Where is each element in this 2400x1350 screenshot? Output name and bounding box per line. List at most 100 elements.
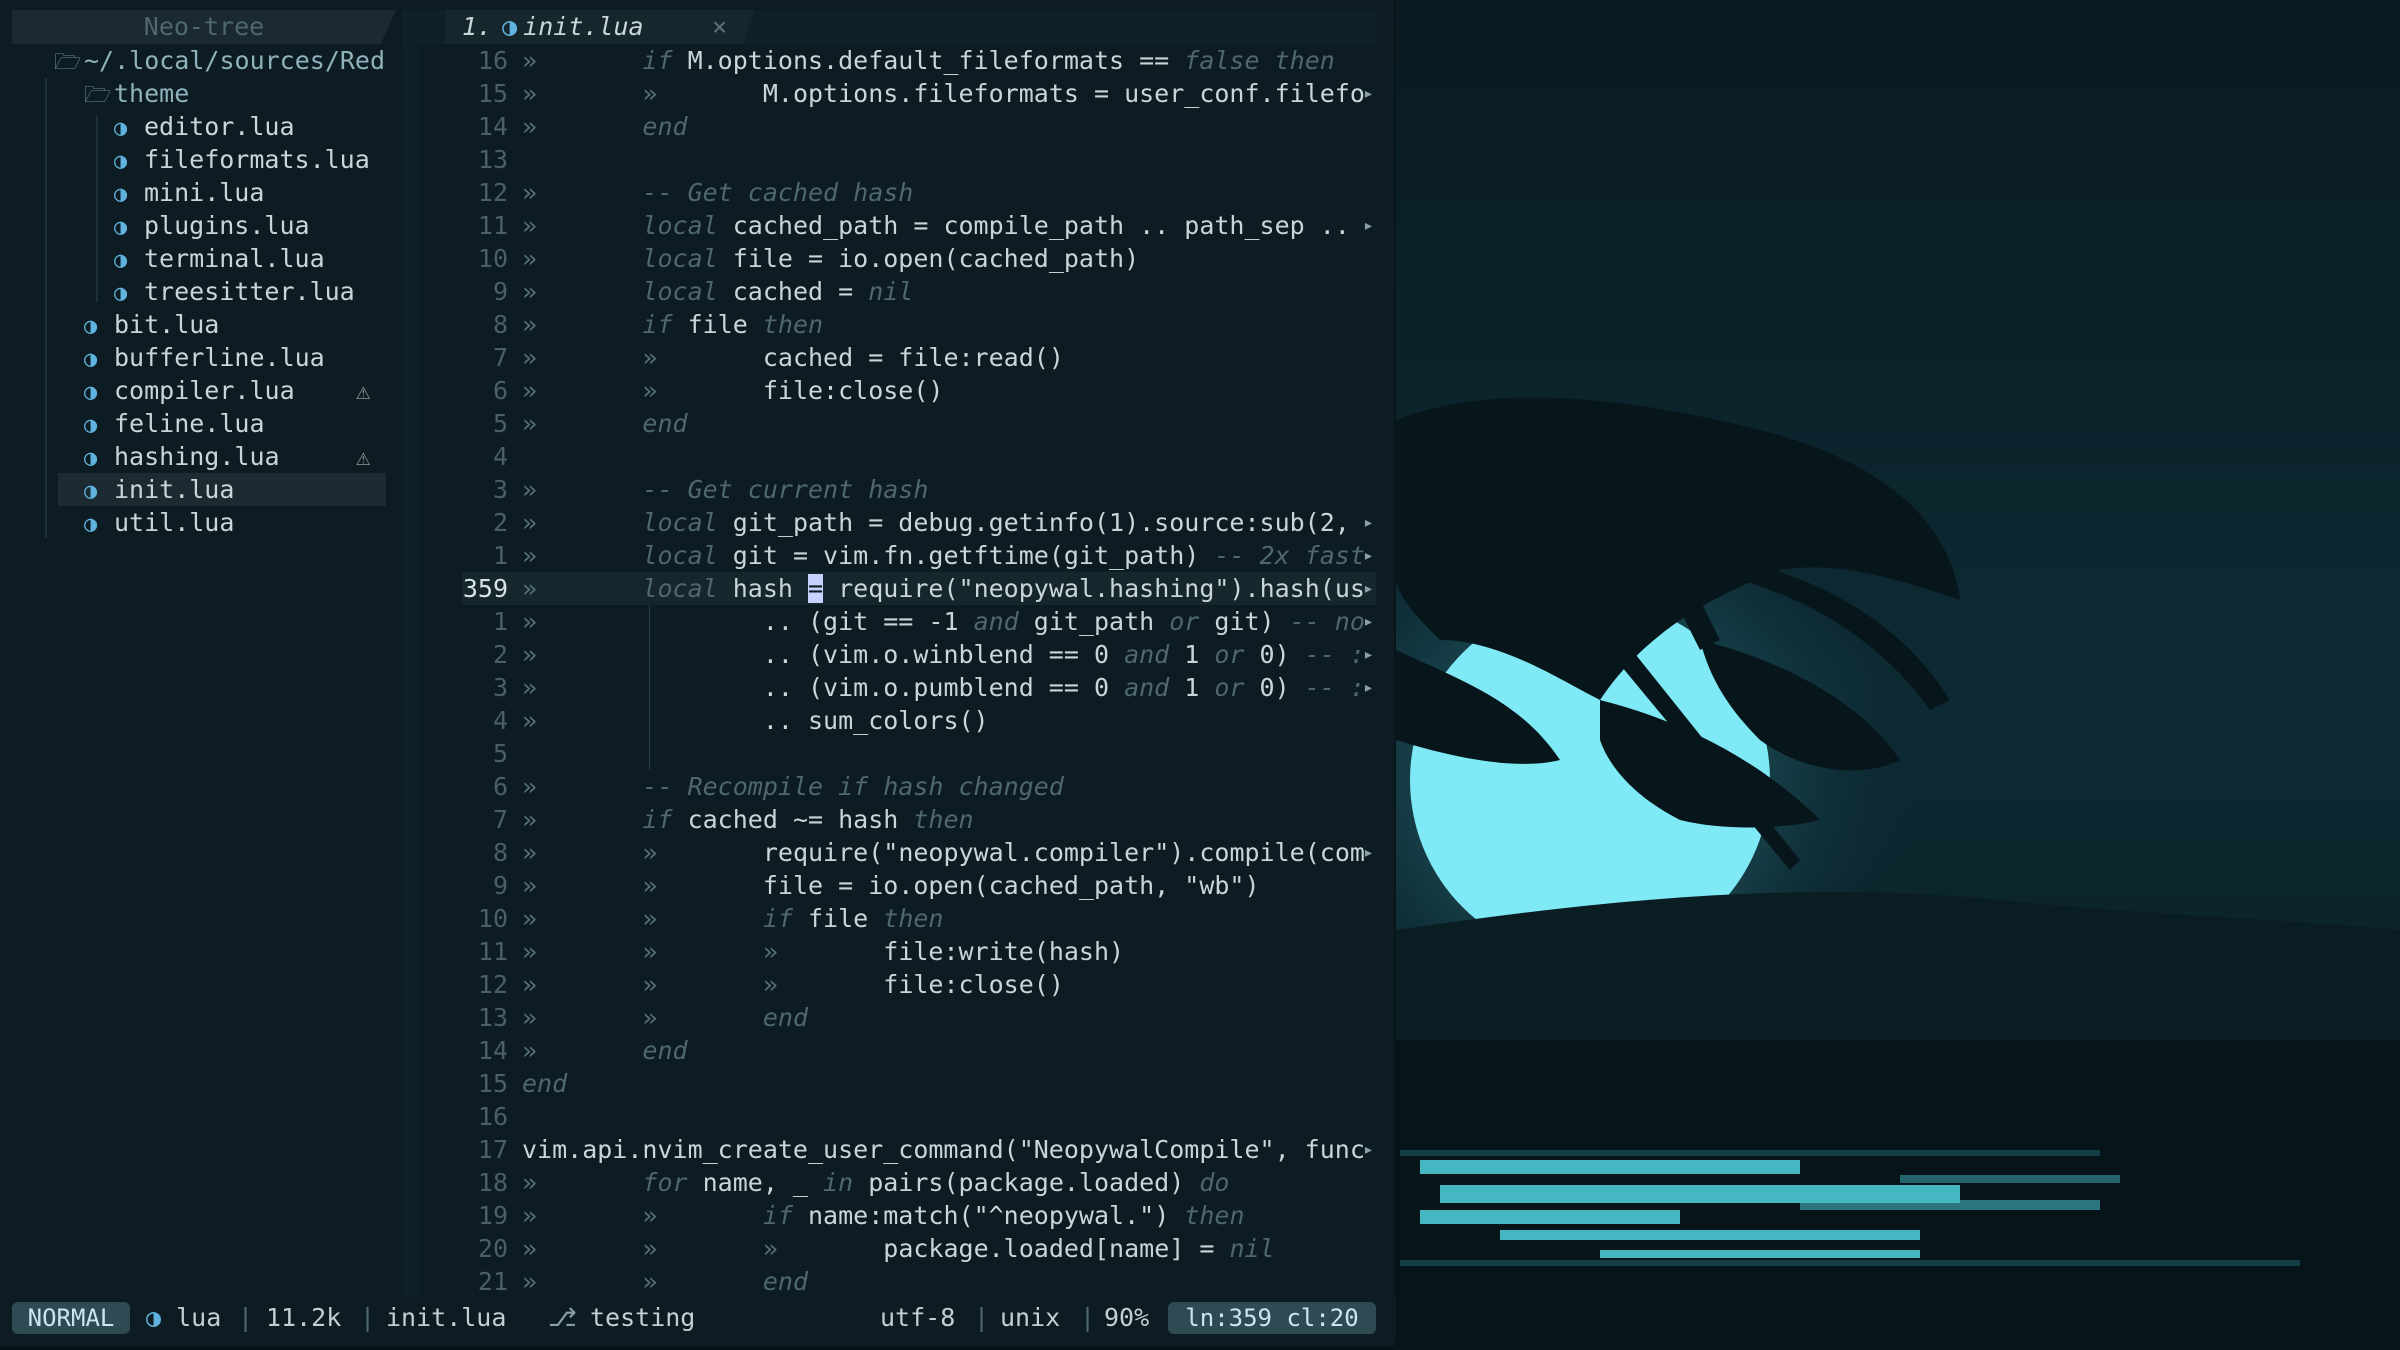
- tree-item-label: util.lua: [114, 508, 235, 537]
- tab-label[interactable]: 1. ◑ init.lua: [462, 10, 644, 44]
- tree-file[interactable]: ◑ util.lua: [84, 506, 234, 539]
- tree-root-label: ~/.local/sources/Red: [84, 46, 386, 75]
- line-number: 5: [492, 409, 508, 438]
- code-line[interactable]: » » M.options.fileformats = user_conf.fi…: [522, 77, 1365, 110]
- line-number: 6: [492, 772, 508, 801]
- line-number: 7: [492, 343, 508, 372]
- code-line[interactable]: » » end: [522, 1265, 808, 1298]
- code-line[interactable]: vim.api.nvim_create_user_command("Neopyw…: [522, 1133, 1365, 1166]
- tree-file[interactable]: ◑ fileformats.lua: [114, 143, 370, 176]
- truncation-marker: ▸: [1363, 83, 1374, 104]
- code-line[interactable]: » » end: [522, 1001, 808, 1034]
- filetype: lua: [176, 1303, 222, 1332]
- tree-item-label: terminal.lua: [144, 244, 325, 273]
- code-line[interactable]: » if file then: [522, 308, 823, 341]
- tree-file[interactable]: ◑ editor.lua: [114, 110, 295, 143]
- code-line[interactable]: » .. sum_colors(): [522, 704, 989, 737]
- code-line[interactable]: » » » file:close(): [522, 968, 1064, 1001]
- tree-file[interactable]: ◑ hashing.lua: [84, 440, 280, 473]
- code-line[interactable]: » .. (git == -1 and git_path or git) -- …: [522, 605, 1365, 638]
- code-line[interactable]: » local git = vim.fn.getftime(git_path) …: [522, 539, 1365, 572]
- tree-file[interactable]: ◑ treesitter.lua: [114, 275, 355, 308]
- scroll-percent: 90%: [1104, 1303, 1150, 1332]
- code-line[interactable]: » .. (vim.o.winblend == 0 and 1 or 0) --…: [522, 638, 1365, 671]
- code-line[interactable]: » -- Recompile if hash changed: [522, 770, 1064, 803]
- code-line[interactable]: » -- Get current hash: [522, 473, 928, 506]
- code-line[interactable]: » end: [522, 407, 688, 440]
- code-line[interactable]: » local cached_path = compile_path .. pa…: [522, 209, 1365, 242]
- code-line[interactable]: » » file:close(): [522, 374, 943, 407]
- line-number: 6: [492, 376, 508, 405]
- code-line[interactable]: » » require("neopywal.compiler").compile…: [522, 836, 1365, 869]
- tree-file[interactable]: ◑ feline.lua: [84, 407, 265, 440]
- truncation-marker: ▸: [1363, 1139, 1374, 1160]
- tree-item-label: bit.lua: [114, 310, 220, 339]
- filetype-segment: ◑ lua: [146, 1302, 221, 1334]
- tab-close-icon[interactable]: ×: [712, 10, 727, 44]
- lua-moon-icon: ◑: [114, 182, 128, 207]
- code-line-current[interactable]: » local hash = require("neopywal.hashing…: [522, 572, 1365, 605]
- code-line[interactable]: » local cached = nil: [522, 275, 913, 308]
- line-number: 11: [477, 937, 508, 966]
- tree-item-label: theme: [114, 79, 190, 108]
- tree-file[interactable]: ◑ bufferline.lua: [84, 341, 325, 374]
- lua-moon-icon: ◑: [84, 446, 98, 471]
- code-line[interactable]: » end: [522, 1034, 688, 1067]
- code-line[interactable]: » if cached ~= hash then: [522, 803, 974, 836]
- code-line[interactable]: » » cached = file:read(): [522, 341, 1064, 374]
- line-number: 3: [492, 673, 508, 702]
- line-number: 359: [462, 574, 508, 603]
- line-number: 10: [477, 904, 508, 933]
- code-line[interactable]: » » if file then: [522, 902, 943, 935]
- lua-moon-icon: ◑: [84, 347, 98, 372]
- code-line[interactable]: » » » package.loaded[name] = nil: [522, 1232, 1275, 1265]
- line-number: 9: [492, 871, 508, 900]
- truncation-marker: ▸: [1363, 578, 1374, 599]
- tree-root[interactable]: 🗁 ~/.local/sources/Red: [54, 44, 385, 77]
- lua-moon-icon: ◑: [84, 479, 98, 504]
- tree-guide: [96, 116, 98, 302]
- code-line[interactable]: » local file = io.open(cached_path): [522, 242, 1139, 275]
- tree-folder-theme[interactable]: 🗁 theme: [84, 77, 189, 110]
- line-number: 18: [477, 1168, 508, 1197]
- line-number: 10: [477, 244, 508, 273]
- terminal-window: Neo-tree 🗁 ~/.local/sources/Red 🗁 theme ◑ e…: [0, 0, 1396, 1346]
- line-number: 2: [492, 508, 508, 537]
- tab-index: 1.: [462, 12, 493, 41]
- tree-file-selected[interactable]: ◑ init.lua: [84, 473, 234, 506]
- code-line[interactable]: » local git_path = debug.getinfo(1).sour…: [522, 506, 1365, 539]
- code-line[interactable]: » if M.options.default_fileformats == fa…: [522, 44, 1335, 77]
- tree-item-label: init.lua: [114, 475, 235, 504]
- line-number: 13: [477, 145, 508, 174]
- code-line[interactable]: » » » file:write(hash): [522, 935, 1124, 968]
- line-number: 21: [477, 1267, 508, 1296]
- tree-item-label: bufferline.lua: [114, 343, 325, 372]
- code-line[interactable]: » » if name:match("^neopywal.") then: [522, 1199, 1245, 1232]
- warning-triangle-icon: ⚠: [356, 377, 371, 405]
- truncation-marker: ▸: [1363, 512, 1374, 533]
- line-number: 11: [477, 211, 508, 240]
- code-line[interactable]: » .. (vim.o.pumblend == 0 and 1 or 0) --…: [522, 671, 1365, 704]
- tree-file[interactable]: ◑ mini.lua: [114, 176, 264, 209]
- tree-file[interactable]: ◑ plugins.lua: [114, 209, 310, 242]
- file-format: unix: [1000, 1303, 1061, 1332]
- status-separator: |: [238, 1303, 254, 1332]
- line-number: 17: [477, 1135, 508, 1164]
- line-number: 8: [492, 310, 508, 339]
- code-line[interactable]: » end: [522, 110, 688, 143]
- tree-file[interactable]: ◑ compiler.lua: [84, 374, 295, 407]
- line-number: 7: [492, 805, 508, 834]
- line-number: 5: [492, 739, 508, 768]
- code-line[interactable]: » -- Get cached hash: [522, 176, 913, 209]
- mode-indicator: NORMAL: [12, 1302, 130, 1334]
- code-line[interactable]: end: [522, 1067, 567, 1100]
- lua-moon-icon: ◑: [84, 413, 98, 438]
- tree-file[interactable]: ◑ terminal.lua: [114, 242, 325, 275]
- tree-file[interactable]: ◑ bit.lua: [84, 308, 219, 341]
- tree-guide: [45, 78, 47, 538]
- code-line[interactable]: » for name, _ in pairs(package.loaded) d…: [522, 1166, 1229, 1199]
- folder-open-icon: 🗁: [84, 83, 112, 108]
- line-number: 1: [492, 541, 508, 570]
- line-number: 19: [477, 1201, 508, 1230]
- code-line[interactable]: » » file = io.open(cached_path, "wb"): [522, 869, 1260, 902]
